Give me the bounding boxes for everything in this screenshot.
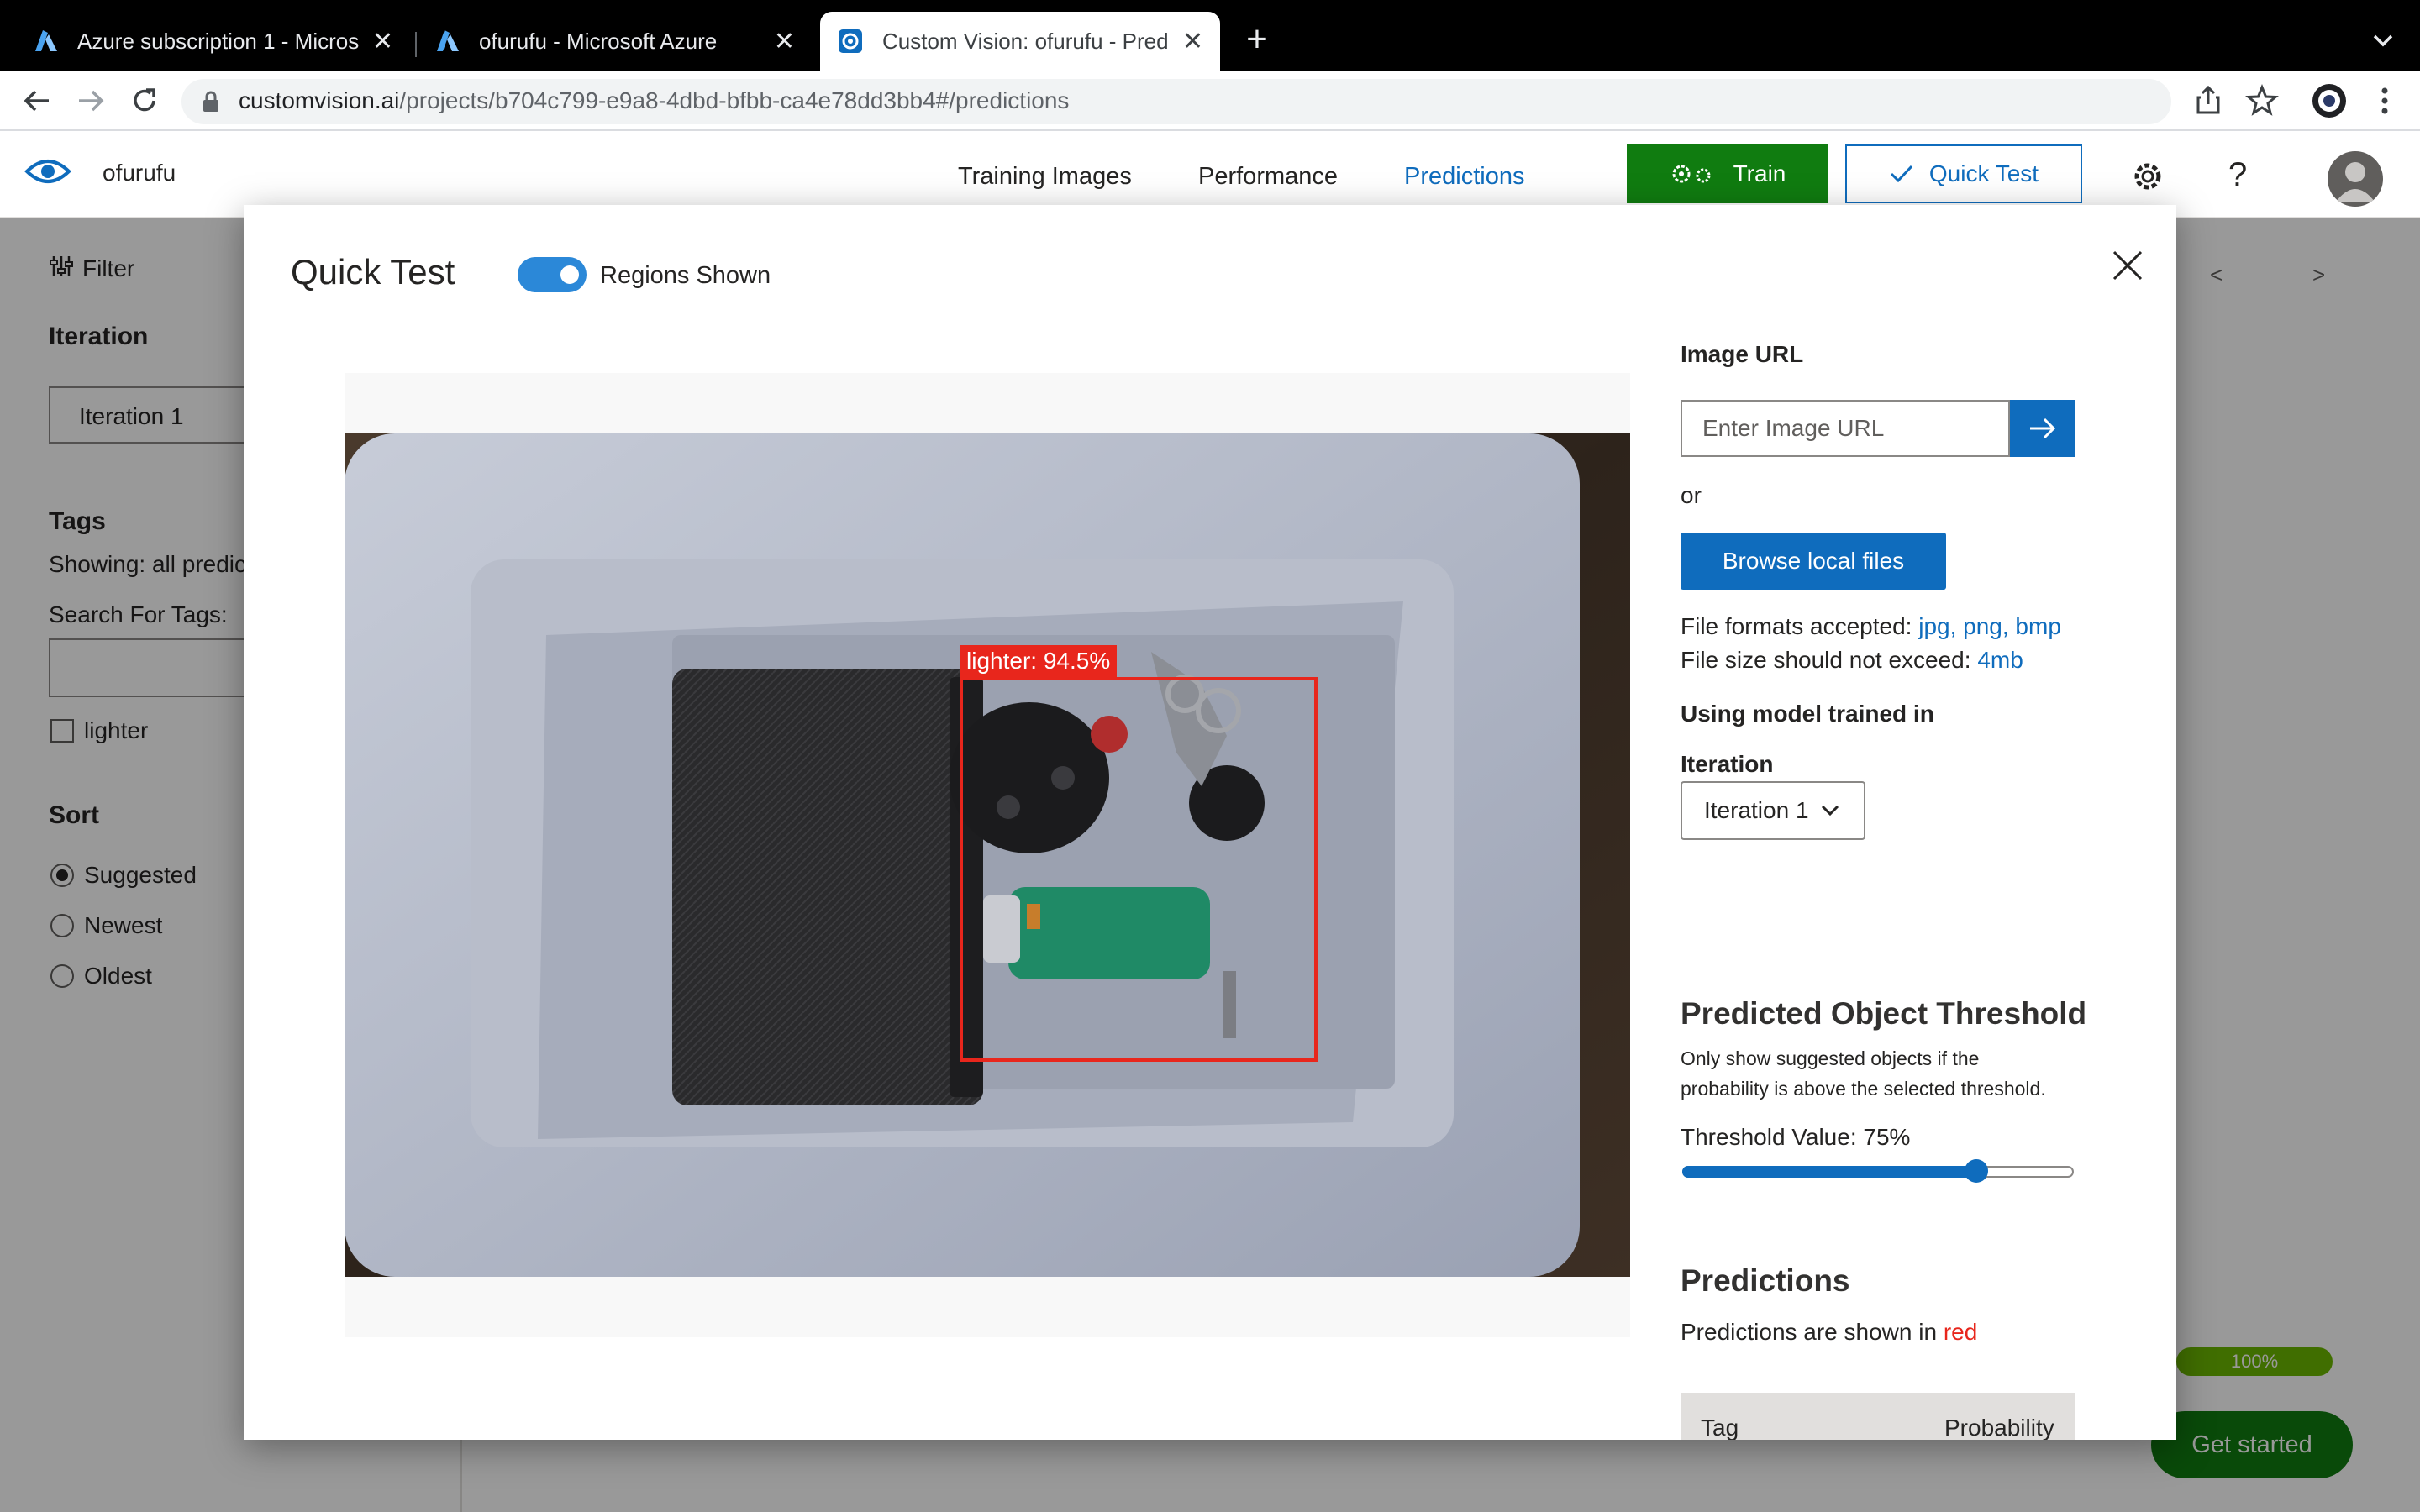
- file-size-line: File size should not exceed: 4mb: [1681, 647, 2023, 674]
- table-header-probability[interactable]: Probability: [1944, 1415, 2054, 1440]
- help-icon[interactable]: ?: [2228, 156, 2247, 194]
- url-path: /projects/b704c799-e9a8-4dbd-bfbb-ca4e78…: [399, 87, 1070, 113]
- tab-title: Azure subscription 1 - Microso: [77, 28, 359, 54]
- detected-region-label: lighter: 94.5%: [960, 645, 1118, 677]
- iteration-select[interactable]: Iteration 1: [1681, 781, 1865, 840]
- tab-title: ofurufu - Microsoft Azure: [479, 28, 718, 54]
- table-header-tag[interactable]: Tag: [1701, 1415, 1739, 1440]
- or-label: or: [1681, 482, 1702, 508]
- azure-icon: [35, 30, 57, 51]
- forward-arrow-icon[interactable]: [72, 82, 109, 119]
- custom-vision-eye-icon[interactable]: [24, 151, 72, 192]
- regions-shown-label: Regions Shown: [600, 262, 771, 289]
- file-formats-line: File formats accepted: jpg, png, bmp: [1681, 613, 2061, 640]
- iteration-select-value: Iteration 1: [1704, 797, 1809, 823]
- gear-icon[interactable]: [2129, 158, 2166, 195]
- checkmark-icon: [1890, 165, 1912, 183]
- gears-icon: [1672, 165, 1711, 183]
- regions-shown-toggle[interactable]: [518, 257, 587, 292]
- tab-title: Custom Vision: ofurufu - Predic: [882, 28, 1169, 54]
- threshold-value-label: Threshold Value: 75%: [1681, 1124, 1911, 1150]
- detected-region-box: [960, 677, 1318, 1062]
- url-text[interactable]: customvision.ai/projects/b704c799-e9a8-4…: [239, 87, 1069, 114]
- browser-tab-active[interactable]: Custom Vision: ofurufu - Predic ✕: [820, 12, 1220, 71]
- nav-training-images[interactable]: Training Images: [958, 163, 1132, 191]
- file-formats-prefix: File formats accepted:: [1681, 613, 1912, 639]
- model-heading: Using model trained in: [1681, 701, 1934, 727]
- train-button[interactable]: Train: [1627, 144, 1828, 203]
- close-icon[interactable]: [2111, 249, 2144, 282]
- threshold-description-2: probability is above the selected thresh…: [1681, 1078, 2046, 1100]
- back-arrow-icon[interactable]: [18, 82, 55, 119]
- iteration-label: Iteration: [1681, 751, 1774, 777]
- quick-test-dialog: Quick Test Regions Shown lighter: 94.5% …: [244, 205, 2176, 1440]
- avatar[interactable]: [2328, 151, 2383, 207]
- nav-performance[interactable]: Performance: [1198, 163, 1338, 191]
- project-name[interactable]: ofurufu: [103, 160, 176, 186]
- predictions-note-prefix: Predictions are shown in: [1681, 1319, 1938, 1345]
- custom-vision-icon: [839, 29, 862, 53]
- predictions-note-color-word: red: [1943, 1319, 1978, 1345]
- quick-test-label: Quick Test: [1928, 160, 2039, 186]
- close-tab-icon[interactable]: ✕: [1182, 27, 1203, 56]
- new-tab-button[interactable]: +: [1239, 18, 1276, 60]
- browse-local-files-button[interactable]: Browse local files: [1681, 533, 1946, 590]
- browser-tab[interactable]: Azure subscription 1 - Microso ✕: [15, 12, 410, 71]
- tab-search-chevron-icon[interactable]: [2366, 24, 2400, 57]
- train-label: Train: [1733, 160, 1786, 186]
- file-size-prefix: File size should not exceed:: [1681, 647, 1971, 673]
- user-silhouette-icon: [2336, 162, 2375, 202]
- chevron-down-icon: [1821, 805, 1839, 816]
- image-url-label: Image URL: [1681, 341, 1804, 367]
- azure-icon: [437, 30, 459, 51]
- quick-test-button[interactable]: Quick Test: [1845, 144, 2082, 203]
- close-tab-icon[interactable]: ✕: [774, 27, 795, 56]
- browser-menu-icon[interactable]: [2366, 82, 2403, 119]
- file-size-value[interactable]: 4mb: [1977, 647, 2023, 673]
- reload-icon[interactable]: [126, 82, 163, 119]
- threshold-slider-fill: [1682, 1166, 1976, 1178]
- bookmark-star-icon[interactable]: [2244, 82, 2281, 119]
- close-tab-icon[interactable]: ✕: [372, 27, 393, 56]
- nav-predictions[interactable]: Predictions: [1404, 163, 1524, 191]
- arrow-right-icon: [2030, 417, 2056, 439]
- image-url-input[interactable]: [1681, 400, 2010, 457]
- threshold-slider-thumb[interactable]: [1964, 1159, 1988, 1183]
- lock-icon[interactable]: [202, 91, 220, 113]
- dialog-title: Quick Test: [291, 252, 455, 291]
- threshold-description-1: Only show suggested objects if the: [1681, 1047, 1980, 1069]
- url-host: customvision.ai: [239, 87, 400, 113]
- profile-extension-icon[interactable]: [2311, 82, 2348, 119]
- predictions-note: Predictions are shown in red: [1681, 1319, 1977, 1346]
- submit-url-button[interactable]: [2010, 400, 2075, 457]
- predictions-title: Predictions: [1681, 1263, 1850, 1298]
- share-icon[interactable]: [2190, 82, 2227, 119]
- browser-tab[interactable]: ofurufu - Microsoft Azure ✕: [417, 12, 812, 71]
- file-formats-value[interactable]: jpg, png, bmp: [1918, 613, 2061, 639]
- threshold-title: Predicted Object Threshold: [1681, 996, 2087, 1031]
